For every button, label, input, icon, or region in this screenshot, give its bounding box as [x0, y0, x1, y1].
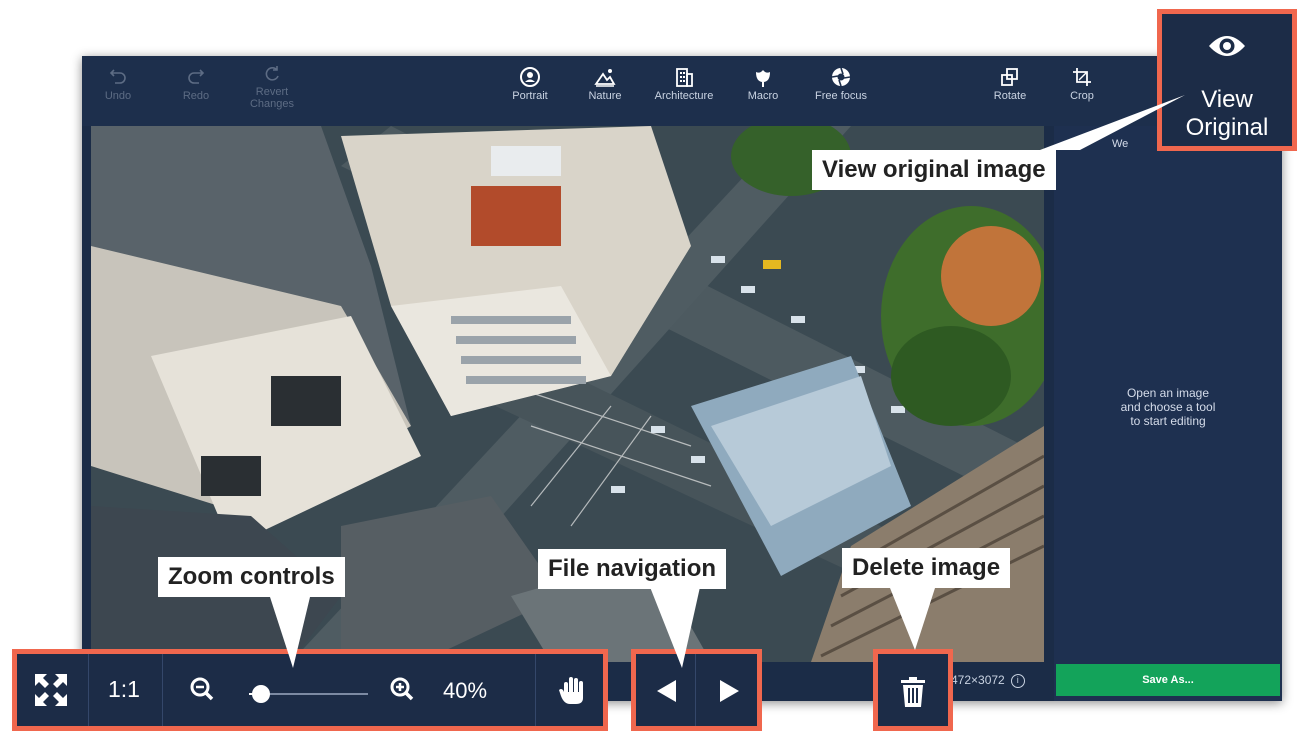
- fit-to-screen-icon: [35, 674, 67, 706]
- save-as-button[interactable]: Save As...: [1056, 664, 1280, 696]
- actual-size-label: 1:1: [108, 676, 140, 702]
- nature-icon: [581, 56, 629, 90]
- file-navigation-toolbar: [631, 649, 762, 731]
- crop-label: Crop: [1070, 90, 1094, 102]
- rotate-icon: [986, 56, 1034, 90]
- triangle-left-icon: [657, 680, 676, 702]
- triangle-right-icon: [720, 680, 739, 702]
- crop-button[interactable]: Crop: [1058, 56, 1106, 126]
- redo-label: Redo: [182, 90, 210, 102]
- info-icon[interactable]: i: [1010, 673, 1025, 688]
- redo-icon: [172, 56, 220, 90]
- view-original-label: View Original: [1185, 86, 1269, 141]
- undo-label: Undo: [104, 90, 132, 102]
- portrait-label: Portrait: [512, 90, 548, 102]
- view-original-callout: View original image: [812, 150, 1056, 190]
- pan-tool-button[interactable]: [536, 654, 603, 726]
- zoom-slider-knob[interactable]: [251, 685, 270, 703]
- hand-pan-icon: [559, 677, 583, 704]
- image-dimensions: 472×3072: [951, 673, 1005, 687]
- revert-label-line2: Changes: [249, 98, 295, 110]
- flower-icon: [739, 56, 787, 90]
- zoom-controls-callout: Zoom controls: [158, 557, 345, 597]
- eye-icon: [1209, 36, 1245, 56]
- portrait-icon: [506, 56, 554, 90]
- zoom-out-icon[interactable]: [189, 676, 215, 707]
- previous-file-button[interactable]: [636, 654, 696, 726]
- side-panel-partial-text: We: [1112, 138, 1129, 150]
- view-original-button[interactable]: View Original: [1157, 9, 1297, 151]
- zoom-percentage: 40%: [443, 678, 488, 703]
- delete-image-callout: Delete image: [842, 548, 1011, 588]
- zoom-in-icon[interactable]: [389, 676, 415, 707]
- side-panel: We Open an image and choose a tool to st…: [1054, 126, 1282, 701]
- side-panel-hint: Open an image and choose a tool to start…: [1120, 386, 1216, 428]
- macro-button[interactable]: Macro: [739, 56, 787, 126]
- architecture-label: Architecture: [654, 90, 714, 102]
- free-focus-label: Free focus: [815, 90, 867, 102]
- zoom-controls-toolbar: 1:1 40%: [12, 649, 608, 731]
- image-status: 472×3072 i: [951, 668, 1025, 692]
- portrait-button[interactable]: Portrait: [506, 56, 554, 126]
- macro-label: Macro: [747, 90, 779, 102]
- rotate-button[interactable]: Rotate: [986, 56, 1034, 126]
- next-file-button[interactable]: [696, 654, 757, 726]
- redo-button[interactable]: Redo: [172, 56, 220, 126]
- tutorial-screenshot: Undo Redo Revert Changes Portrait Nature…: [0, 0, 1299, 731]
- nature-button[interactable]: Nature: [581, 56, 629, 126]
- undo-button[interactable]: Undo: [94, 56, 142, 126]
- architecture-button[interactable]: Architecture: [648, 56, 720, 126]
- revert-label-line1: Revert: [255, 86, 289, 98]
- revert-icon: [242, 56, 302, 86]
- crop-icon: [1058, 56, 1106, 90]
- fit-to-screen-button[interactable]: [17, 654, 89, 726]
- top-toolbar: Undo Redo Revert Changes Portrait Nature…: [82, 56, 1282, 126]
- actual-size-button[interactable]: 1:1: [89, 654, 163, 726]
- building-icon: [648, 56, 720, 90]
- free-focus-button[interactable]: Free focus: [806, 56, 876, 126]
- aperture-icon: [806, 56, 876, 90]
- revert-changes-button[interactable]: Revert Changes: [242, 56, 302, 126]
- photo-editor-window: Undo Redo Revert Changes Portrait Nature…: [82, 56, 1282, 701]
- undo-icon: [94, 56, 142, 90]
- rotate-label: Rotate: [993, 90, 1027, 102]
- trash-icon: [901, 677, 925, 707]
- zoom-slider-group: 40%: [163, 654, 536, 726]
- zoom-slider[interactable]: [249, 685, 368, 703]
- delete-image-button[interactable]: [873, 649, 953, 731]
- file-navigation-callout: File navigation: [538, 549, 727, 589]
- nature-label: Nature: [588, 90, 622, 102]
